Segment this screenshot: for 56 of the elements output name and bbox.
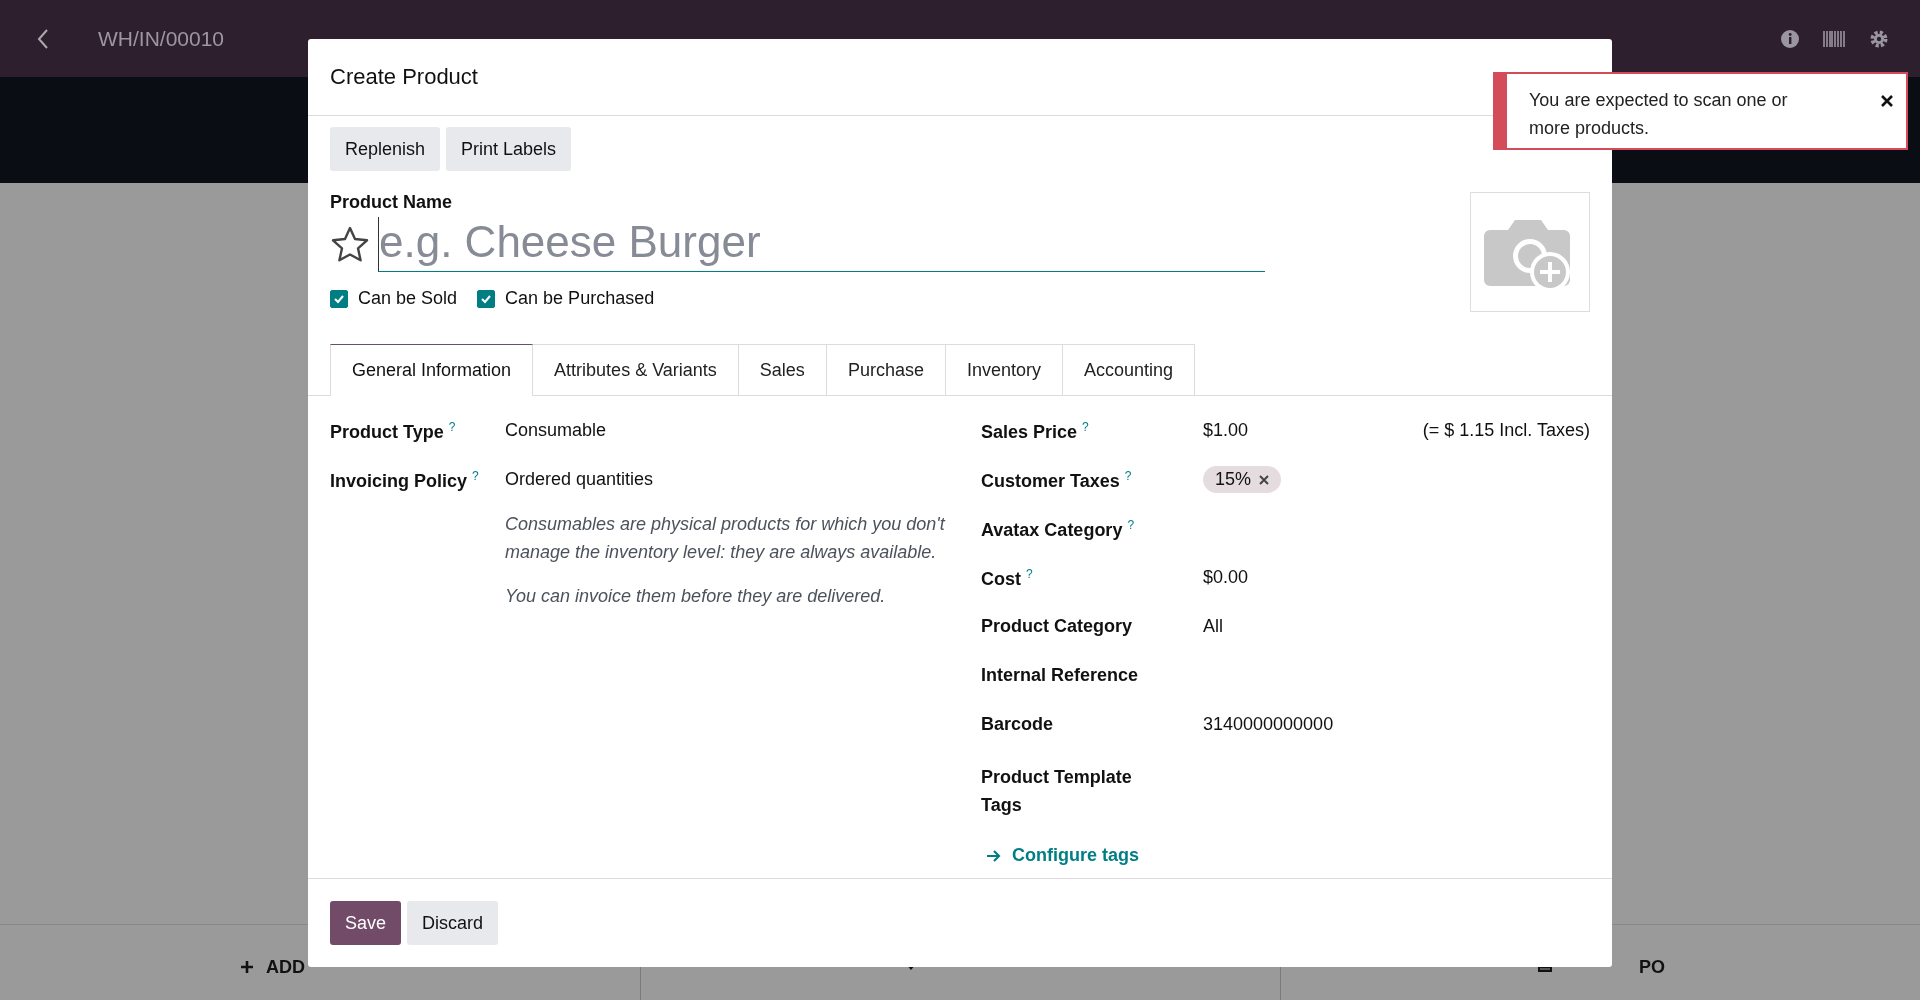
field-label: Internal Reference [981,665,1139,685]
field-value: $0.00 [1203,567,1249,587]
discard-button[interactable]: Discard [407,901,499,945]
page-title: WH/IN/00010 [98,26,225,51]
checkbox[interactable] [477,289,496,308]
help-mark[interactable]: ? [1124,469,1132,483]
field-label: Product Template Tags [981,767,1132,815]
field-value: All [1203,616,1223,636]
tab[interactable]: Inventory [945,344,1063,395]
field-value: $1.00 [1203,420,1249,440]
notification-message: You are expected to scan one or more products. [1529,89,1789,140]
tab[interactable]: Sales [738,344,827,395]
field-label: Sales Price [981,422,1078,442]
field-label: Customer Taxes [981,471,1120,491]
remove-icon[interactable] [1259,474,1270,485]
tab[interactable]: General Information [330,344,534,396]
help-mark[interactable]: ? [1026,567,1033,581]
field-value: 3140000000000 [1203,714,1334,734]
field-label: Product Category [981,616,1133,636]
field-label: Product Type [330,422,444,442]
checkbox-label: Can be Sold [358,288,458,309]
checkbox[interactable] [330,289,348,308]
field-value: Consumable [505,420,607,442]
tab[interactable]: Attributes & Variants [533,344,739,395]
checkbox-label: Can be Purchased [505,288,655,309]
arrow-right-icon [986,848,1002,863]
tab[interactable]: Accounting [1062,344,1196,395]
help-mark[interactable]: ? [1082,420,1089,434]
back-icon[interactable] [36,27,50,50]
field-label: Avatax Category [981,520,1123,540]
info-icon[interactable] [1780,28,1800,49]
help-text: Consumables are physical products for which you don't manage the inventory level: they are always available. [505,513,945,564]
help-mark[interactable]: ? [472,469,479,483]
tab[interactable]: Purchase [826,344,946,395]
star-icon[interactable] [330,224,370,265]
help-text: You can invoice them before they are delivered. [505,585,887,608]
dialog-title: Create Product [330,64,478,90]
name-input-field[interactable]: e.g. Cheese Burger [378,217,1265,272]
action-label[interactable]: ADD [266,956,305,978]
field-label: Cost [981,569,1021,589]
tag-label: 15% [1215,469,1252,490]
barcode-icon[interactable] [1822,28,1846,49]
field-label: Product Name [330,192,454,213]
field-value: (= $ 1.15 Incl. Taxes) [1422,420,1590,440]
close-icon[interactable] [1880,94,1894,108]
field-value: Ordered quantities [505,469,654,491]
save-button[interactable]: Save [330,901,402,945]
help-mark[interactable]: ? [1127,518,1135,532]
field-label: Barcode [981,714,1054,734]
action-label[interactable]: PO [1639,956,1665,978]
field-label: Invoicing Policy [330,471,468,491]
configure-tags-link[interactable]: Configure tags [986,845,1139,866]
header-button[interactable]: Replenish [330,127,441,171]
plus-icon[interactable] [240,960,254,974]
header-button[interactable]: Print Labels [446,127,572,171]
help-mark[interactable]: ? [448,420,456,434]
